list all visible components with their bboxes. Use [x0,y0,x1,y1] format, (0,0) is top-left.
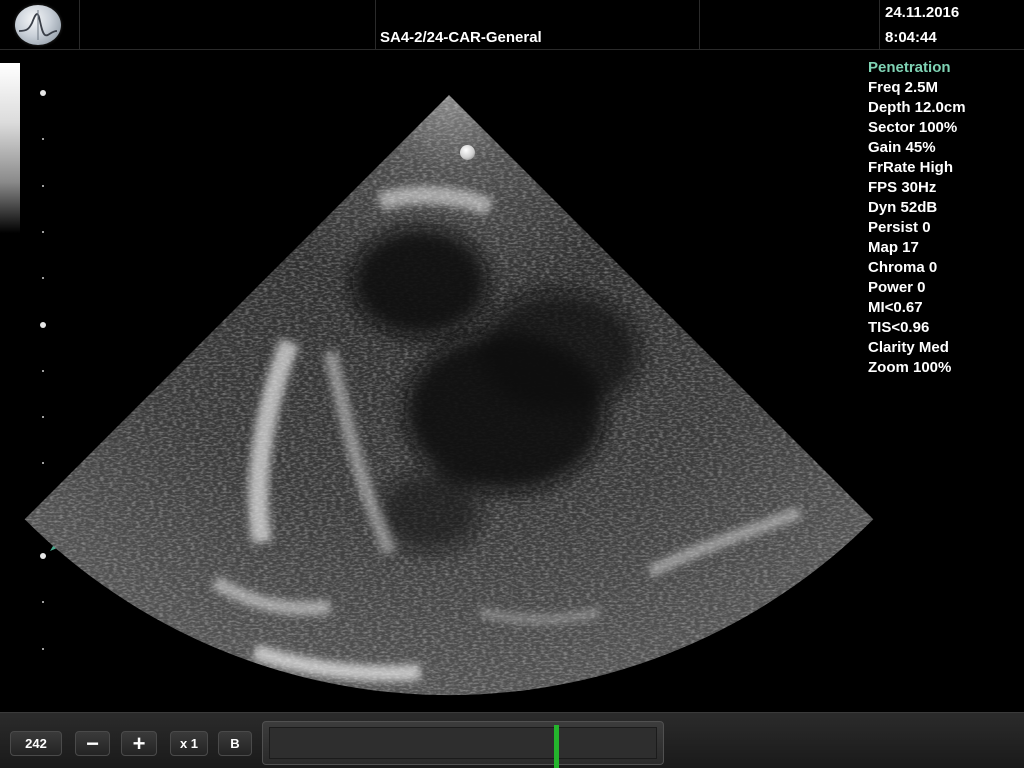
cine-position-cursor[interactable] [554,725,559,768]
param-chroma: Chroma 0 [868,259,938,276]
param-clarity: Clarity Med [868,339,949,356]
imaging-parameters-panel: Penetration Freq 2.5M Depth 12.0cm Secto… [868,58,1018,378]
param-persistence: Persist 0 [868,219,931,236]
param-fps: FPS 30Hz [868,179,937,196]
param-depth: Depth 12.0cm [868,99,966,116]
param-frequency: Freq 2.5M [868,79,939,96]
param-map: Map 17 [868,239,919,256]
preset-name: SA4-2/24-CAR-General [380,29,542,46]
bottom-toolbar: 242 − + x 1 B [0,712,1024,768]
exam-time: 8:04:44 [885,29,937,46]
logo-cell [0,0,80,50]
imaging-mode-label[interactable]: Penetration [868,58,1018,78]
cine-loop-scrollbar[interactable] [262,721,664,768]
param-tis: TIS<0.96 [868,319,930,336]
frame-count-button[interactable]: 242 [10,731,62,756]
param-mi: MI<0.67 [868,299,923,316]
param-dynamic-range: Dyn 52dB [868,199,938,216]
header-cell-empty [80,0,376,50]
plus-button[interactable]: + [121,731,157,756]
zoom-factor-button[interactable]: x 1 [170,731,208,756]
probe-orientation-marker-icon [460,145,475,160]
param-power: Power 0 [868,279,926,296]
exam-date: 24.11.2016 [885,4,960,21]
minus-button[interactable]: − [75,731,110,756]
param-gain: Gain 45% [868,139,936,156]
header-bar: SA4-2/24-CAR-General 24.11.2016 8:04:44 [0,0,1024,52]
b-mode-button[interactable]: B [218,731,252,756]
param-frame-rate: FrRate High [868,159,954,176]
param-sector: Sector 100% [868,119,958,136]
header-cell-empty [700,0,880,50]
param-zoom: Zoom 100% [868,359,952,376]
cine-loop-track[interactable] [269,727,657,759]
waveform-logo-icon[interactable] [15,5,61,45]
